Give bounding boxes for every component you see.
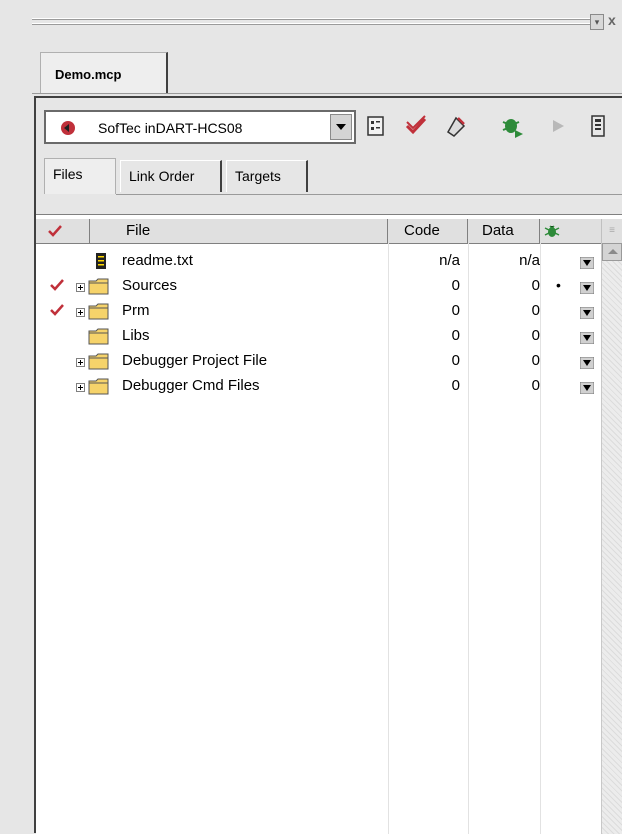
expand-icon[interactable] xyxy=(76,358,85,367)
folder-icon xyxy=(88,328,109,345)
check-icon[interactable] xyxy=(50,304,64,316)
debug-dot: • xyxy=(556,277,561,293)
tab-files-label: Files xyxy=(53,166,83,182)
code-size: 0 xyxy=(451,327,460,344)
row-menu-arrow-icon[interactable] xyxy=(580,357,594,369)
file-table: File Code Data ≡ readme.txt n/a n/a Sources… xyxy=(36,214,622,834)
expand-icon[interactable] xyxy=(76,383,85,392)
file-name: Libs xyxy=(122,327,150,344)
folder-icon xyxy=(88,378,109,395)
close-icon[interactable]: x xyxy=(608,12,616,28)
data-size: 0 xyxy=(531,377,540,394)
chevron-down-icon[interactable] xyxy=(330,114,352,140)
vertical-scrollbar[interactable] xyxy=(601,243,622,834)
target-icon xyxy=(61,121,75,135)
file-icon xyxy=(96,253,106,269)
table-row[interactable]: Libs 0 0 xyxy=(36,326,602,351)
scroll-up-button[interactable] xyxy=(602,243,622,261)
data-size: 0 xyxy=(531,302,540,319)
header-debug[interactable] xyxy=(540,219,602,243)
device-icon[interactable] xyxy=(586,114,610,138)
tab-baseline xyxy=(32,93,622,94)
header-file[interactable]: File xyxy=(90,219,388,243)
header-check[interactable] xyxy=(36,219,90,243)
file-name: readme.txt xyxy=(122,252,193,269)
target-select[interactable]: SofTec inDART-HCS08 xyxy=(44,110,356,144)
toolbar-gripper[interactable] xyxy=(32,14,592,34)
tabs-divider xyxy=(116,194,622,195)
bug-icon xyxy=(544,225,560,237)
build-icon[interactable] xyxy=(444,114,468,138)
data-size: 0 xyxy=(531,277,540,294)
row-menu-arrow-icon[interactable] xyxy=(580,332,594,344)
table-row[interactable]: Debugger Cmd Files 0 0 xyxy=(36,376,602,401)
check-icon[interactable] xyxy=(404,114,428,138)
code-size: 0 xyxy=(451,352,460,369)
table-row[interactable]: readme.txt n/a n/a xyxy=(36,251,602,276)
tab-targets-label: Targets xyxy=(235,168,281,184)
folder-icon xyxy=(88,278,109,295)
header-scroll-corner: ≡ xyxy=(601,219,622,243)
check-icon xyxy=(48,225,62,237)
table-row[interactable]: Sources 0 0 • xyxy=(36,276,602,301)
code-size: 0 xyxy=(451,277,460,294)
check-icon[interactable] xyxy=(50,279,64,291)
data-size: n/a xyxy=(519,252,540,269)
left-margin xyxy=(0,0,32,833)
file-name: Sources xyxy=(122,277,178,294)
table-header: File Code Data ≡ xyxy=(36,219,622,244)
row-menu-arrow-icon[interactable] xyxy=(580,282,594,294)
file-name: Debugger Cmd Files xyxy=(122,377,260,394)
run-icon[interactable] xyxy=(546,114,570,138)
tab-files[interactable]: Files xyxy=(44,158,116,194)
header-data[interactable]: Data xyxy=(468,219,540,243)
folder-icon xyxy=(88,303,109,320)
tab-targets[interactable]: Targets xyxy=(226,160,308,192)
document-tab-label: Demo.mcp xyxy=(55,67,122,82)
file-name: Debugger Project File xyxy=(122,352,268,369)
tab-link-order[interactable]: Link Order xyxy=(120,160,222,192)
row-menu-arrow-icon[interactable] xyxy=(580,257,594,269)
code-size: 0 xyxy=(451,377,460,394)
file-name: Prm xyxy=(122,302,150,319)
row-menu-arrow-icon[interactable] xyxy=(580,307,594,319)
header-code[interactable]: Code xyxy=(388,219,468,243)
folder-icon xyxy=(88,353,109,370)
data-size: 0 xyxy=(531,327,540,344)
table-row[interactable]: Debugger Project File 0 0 xyxy=(36,351,602,376)
data-size: 0 xyxy=(531,352,540,369)
code-size: n/a xyxy=(439,252,460,269)
code-size: 0 xyxy=(451,302,460,319)
tab-link-order-label: Link Order xyxy=(129,168,195,184)
expand-icon[interactable] xyxy=(76,283,85,292)
debug-icon[interactable] xyxy=(500,114,524,138)
row-menu-arrow-icon[interactable] xyxy=(580,382,594,394)
target-label: SofTec inDART-HCS08 xyxy=(98,120,243,136)
document-tab[interactable]: Demo.mcp xyxy=(40,52,168,94)
table-row[interactable]: Prm 0 0 xyxy=(36,301,602,326)
settings-icon[interactable] xyxy=(364,114,388,138)
expand-icon[interactable] xyxy=(76,308,85,317)
gripper-toggle-button[interactable]: ▾ xyxy=(590,14,604,30)
